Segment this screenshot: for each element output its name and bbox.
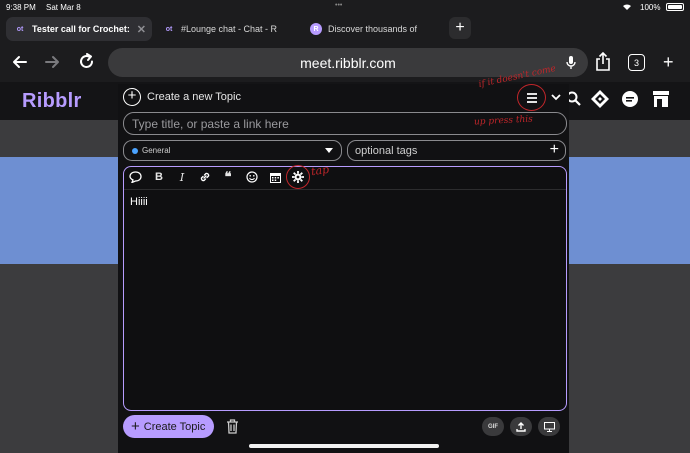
calendar-icon[interactable] xyxy=(268,170,282,184)
annotation-gear: tap xyxy=(310,162,330,179)
forward-icon[interactable] xyxy=(44,54,60,70)
address-bar: meet.ribblr.com 3 + xyxy=(0,44,690,82)
italic-icon[interactable]: I xyxy=(175,170,189,184)
shop-icon[interactable] xyxy=(652,91,670,107)
caret-down-icon xyxy=(325,148,333,154)
patterns-icon[interactable] xyxy=(591,90,609,108)
back-icon[interactable] xyxy=(12,54,28,70)
create-topic-label: Create Topic xyxy=(143,420,206,433)
gif-button[interactable]: GIF xyxy=(482,417,504,436)
status-time: 9:38 PM xyxy=(6,3,36,12)
gear-highlight-circle xyxy=(286,165,310,189)
microphone-icon[interactable] xyxy=(566,55,576,70)
multitask-dots-icon[interactable]: ••• xyxy=(335,2,342,9)
share-icon[interactable] xyxy=(595,52,611,72)
category-selected: General xyxy=(142,146,171,155)
tags-placeholder: optional tags xyxy=(355,144,418,157)
tab-label: Tester call for Crochet: xyxy=(32,24,130,34)
tab-favicon: R xyxy=(310,23,322,35)
tab-close-icon[interactable]: ✕ xyxy=(137,23,146,36)
tab-favicon: ot xyxy=(16,25,24,33)
battery-icon xyxy=(666,3,684,11)
new-tab-button[interactable]: + xyxy=(449,17,471,39)
add-icon[interactable]: + xyxy=(663,53,674,71)
status-bar: 9:38 PM Sat Mar 8 ••• 100% xyxy=(0,0,690,14)
upload-icon xyxy=(516,421,526,432)
create-topic-button[interactable]: + Create Topic xyxy=(123,415,214,438)
create-topic-action-icon[interactable]: + xyxy=(123,88,141,106)
site-logo[interactable]: Ribblr xyxy=(22,90,82,113)
gif-label: GIF xyxy=(488,423,498,430)
tags-input[interactable]: optional tags + xyxy=(347,140,566,161)
plus-icon: + xyxy=(131,417,140,435)
tab-favicon: ot xyxy=(165,25,173,33)
preview-button[interactable] xyxy=(538,417,560,436)
wifi-icon xyxy=(622,3,632,11)
editor-area[interactable] xyxy=(123,166,567,411)
upload-button[interactable] xyxy=(510,417,532,436)
tab-count-button[interactable]: 3 xyxy=(628,54,645,71)
tab-label: Discover thousands of xyxy=(328,24,418,34)
quote-reply-icon[interactable] xyxy=(128,170,142,184)
trash-icon[interactable] xyxy=(226,419,239,434)
emoji-icon[interactable] xyxy=(245,170,259,184)
battery-percent: 100% xyxy=(640,3,661,12)
blockquote-icon[interactable]: ❝ xyxy=(221,169,235,184)
category-select[interactable]: General xyxy=(123,140,342,161)
collapse-composer-icon[interactable] xyxy=(550,92,562,102)
tab-tester-call[interactable]: ot Tester call for Crochet: ✕ xyxy=(6,17,152,41)
toolbar-divider xyxy=(124,189,566,190)
chat-icon[interactable] xyxy=(621,91,639,108)
status-date: Sat Mar 8 xyxy=(46,3,81,12)
bold-icon[interactable]: B xyxy=(152,170,166,184)
link-icon[interactable] xyxy=(198,170,212,184)
tab-lounge-chat[interactable]: ot #Lounge chat - Chat - R xyxy=(155,17,297,41)
composer-title: Create a new Topic xyxy=(147,91,241,103)
add-tag-icon[interactable]: + xyxy=(550,141,559,159)
category-color-dot xyxy=(132,147,138,154)
tab-label: #Lounge chat - Chat - R xyxy=(181,24,278,34)
menu-highlight-circle xyxy=(517,84,546,111)
url-text: meet.ribblr.com xyxy=(300,54,396,71)
topic-title-placeholder: Type title, or paste a link here xyxy=(132,116,289,131)
tab-discover[interactable]: R Discover thousands of xyxy=(302,17,444,41)
desktop-icon xyxy=(543,421,555,432)
tab-bar: ot Tester call for Crochet: ✕ ot #Lounge… xyxy=(0,14,690,44)
editor-body-text[interactable]: Hiiii xyxy=(130,196,148,208)
reload-icon[interactable] xyxy=(78,53,95,70)
home-indicator xyxy=(249,444,439,448)
